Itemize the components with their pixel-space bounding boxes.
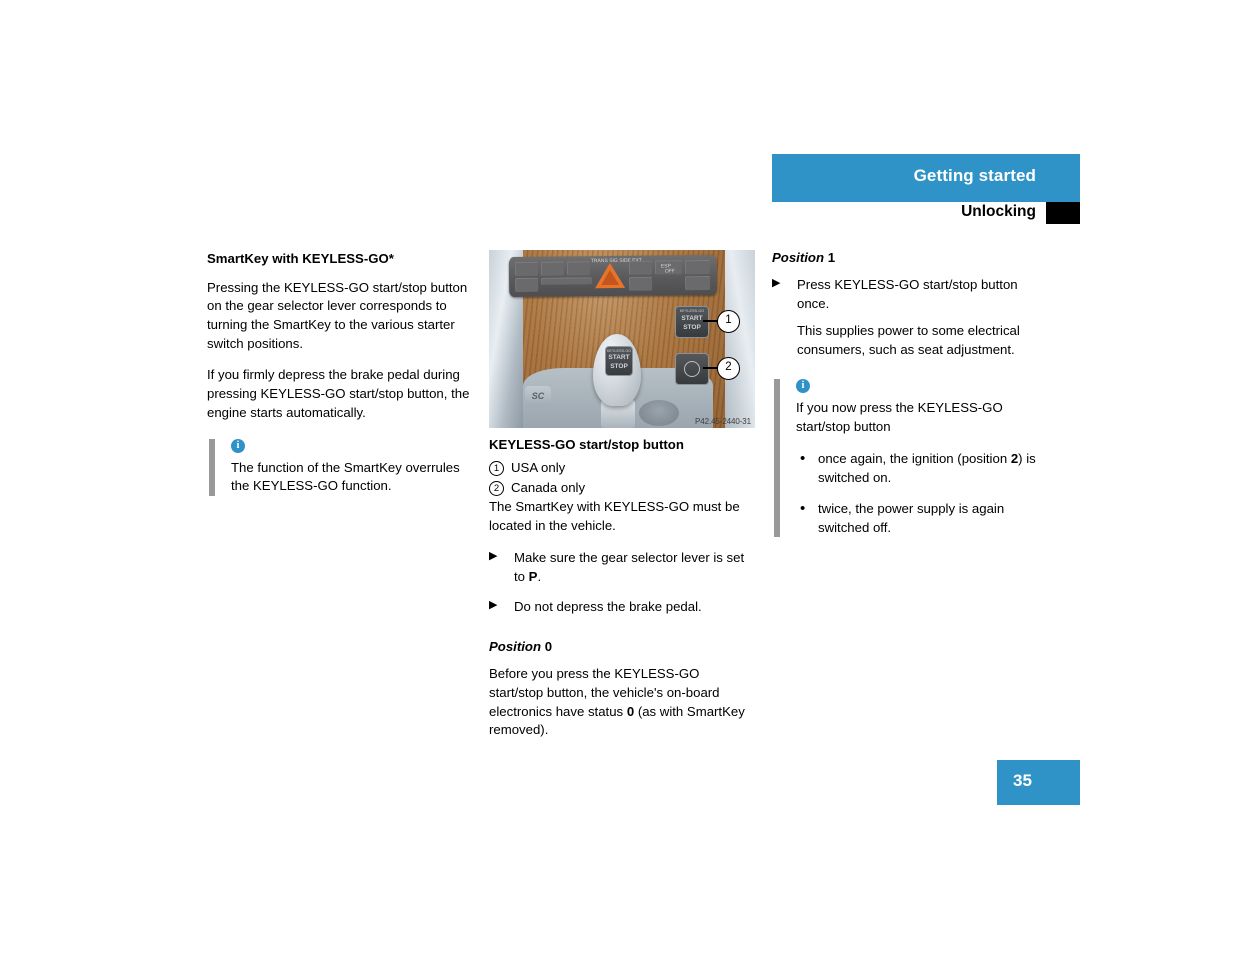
right-info-box: i If you now press the KEYLESS-GO start/…	[772, 378, 1040, 538]
console-start-stop-button: KEYLESS-GO START STOP	[675, 306, 709, 338]
chapter-marker-block	[1046, 202, 1080, 224]
figure-reference-code: P42.45-2440-31	[695, 417, 751, 426]
seat-heater-left-switch	[514, 261, 538, 277]
section-subtitle: Unlocking	[961, 203, 1036, 220]
legend-text-1: USA only	[511, 460, 566, 475]
page-title: Getting started	[913, 166, 1036, 185]
info-icon: i	[796, 378, 810, 393]
left-info-box: i The function of the SmartKey overrules…	[207, 438, 473, 497]
arrow-marker-icon: ▶	[772, 277, 781, 289]
right-column: Position 1 ▶ Press KEYLESS-GO start/stop…	[772, 250, 1040, 538]
panel-slot-left	[541, 277, 593, 285]
step-text: Press KEYLESS-GO start/stop button once.	[797, 277, 1018, 311]
callout-1: 1	[717, 310, 740, 333]
esp-sub-label: OFF	[664, 268, 675, 275]
arrow-marker-icon: ▶	[489, 599, 498, 612]
page-header: Getting started Unlocking	[772, 154, 1080, 226]
key-symbol-icon	[684, 361, 700, 377]
left-paragraph-2: If you firmly depress the brake pedal du…	[207, 367, 470, 420]
step-item-gear-selector: ▶ Make sure the gear selector lever is s…	[489, 549, 757, 586]
lever-button-start-label: START	[608, 354, 630, 361]
right-trim-strip	[725, 250, 755, 428]
legend-text-2: Canada only	[511, 479, 586, 495]
page-number: 35	[1013, 771, 1032, 790]
canada-start-stop-button	[675, 353, 709, 385]
central-lock-switch	[628, 260, 652, 275]
left-section-title: SmartKey with KEYLESS-GO*	[207, 251, 394, 266]
left-info-text: The function of the SmartKey overrules t…	[231, 459, 460, 494]
rear-window-switch	[540, 261, 564, 276]
step-text-before: Make sure the gear selector lever is set…	[514, 549, 745, 584]
console-photo: TRANS SIG SIDE EXT ESP OFF SC KEYLESS-GO…	[489, 250, 755, 428]
bullet-text-before: once again, the ignition (position	[818, 451, 1011, 467]
position-1-word: Position	[772, 250, 825, 265]
callout-2: 2	[717, 357, 740, 380]
seat-vent-right-switch	[685, 275, 711, 291]
figure-caption: KEYLESS-GO start/stop button	[489, 437, 684, 452]
header-banner: Getting started	[772, 154, 1080, 202]
child-lock-switch	[629, 276, 653, 291]
step-text: Do not depress the brake pedal.	[514, 599, 702, 615]
step-item-brake-pedal: ▶ Do not depress the brake pedal.	[489, 598, 757, 617]
legend-number-2: 2	[489, 480, 504, 496]
position-1-heading: Position 1	[772, 250, 1040, 265]
position-0-paragraph: Before you press the KEYLESS-GO start/st…	[489, 665, 757, 740]
step-item-press-button: ▶ Press KEYLESS-GO start/stop button onc…	[772, 276, 1040, 313]
step-text-after: .	[537, 568, 542, 584]
esp-switch: ESP OFF	[654, 260, 682, 275]
hazard-triangle-inner-icon	[600, 269, 620, 286]
console-button-stop-label: STOP	[683, 324, 701, 331]
info-bullet-ignition: • once again, the ignition (position 2) …	[796, 450, 1040, 487]
position-0-word: Position	[489, 639, 542, 655]
position-1-number: 1	[827, 250, 836, 265]
lever-start-stop-button: KEYLESS-GO START STOP	[605, 346, 633, 376]
legend-item-1: 1 USA only	[489, 459, 757, 478]
switch-panel: TRANS SIG SIDE EXT ESP OFF	[508, 254, 718, 298]
info-icon: i	[231, 438, 245, 453]
cupholder	[639, 400, 679, 426]
legend-item-2: 2 Canada only	[489, 479, 757, 498]
info-box-bar	[774, 378, 780, 538]
subheader-row: Unlocking	[772, 202, 1080, 226]
left-paragraph-1: Pressing the KEYLESS-GO start/stop butto…	[207, 279, 468, 351]
bullet-text: twice, the power supply is again switche…	[818, 500, 1005, 535]
middle-column: TRANS SIG SIDE EXT ESP OFF SC KEYLESS-GO…	[489, 250, 757, 740]
info-bullet-power-off: • twice, the power supply is again switc…	[796, 500, 1040, 537]
sc-badge: SC	[525, 386, 551, 406]
left-column: SmartKey with KEYLESS-GO* Pressing the K…	[207, 250, 473, 497]
arrow-marker-icon: ▶	[489, 549, 498, 562]
middle-paragraph: The SmartKey with KEYLESS-GO must be loc…	[489, 499, 740, 534]
position-0-heading: Position 0	[489, 639, 757, 654]
lever-button-keyless-label: KEYLESS-GO	[606, 349, 632, 353]
lever-button-stop-label: STOP	[610, 363, 628, 370]
position-0-number: 0	[544, 639, 553, 655]
page-number-badge: 35	[997, 760, 1080, 805]
headrest-switch	[566, 261, 590, 276]
legend-number-1: 1	[489, 461, 504, 476]
bullet-marker-icon: •	[800, 450, 806, 468]
seat-vent-left-switch	[515, 277, 539, 293]
console-button-keyless-label: KEYLESS-GO	[679, 309, 705, 313]
right-info-intro: If you now press the KEYLESS-GO start/st…	[796, 399, 1003, 434]
step-note: This supplies power to some electrical c…	[797, 323, 1020, 358]
seat-heater-right-switch	[684, 259, 710, 275]
info-box-bar	[209, 438, 215, 497]
bullet-marker-icon: •	[800, 499, 806, 517]
